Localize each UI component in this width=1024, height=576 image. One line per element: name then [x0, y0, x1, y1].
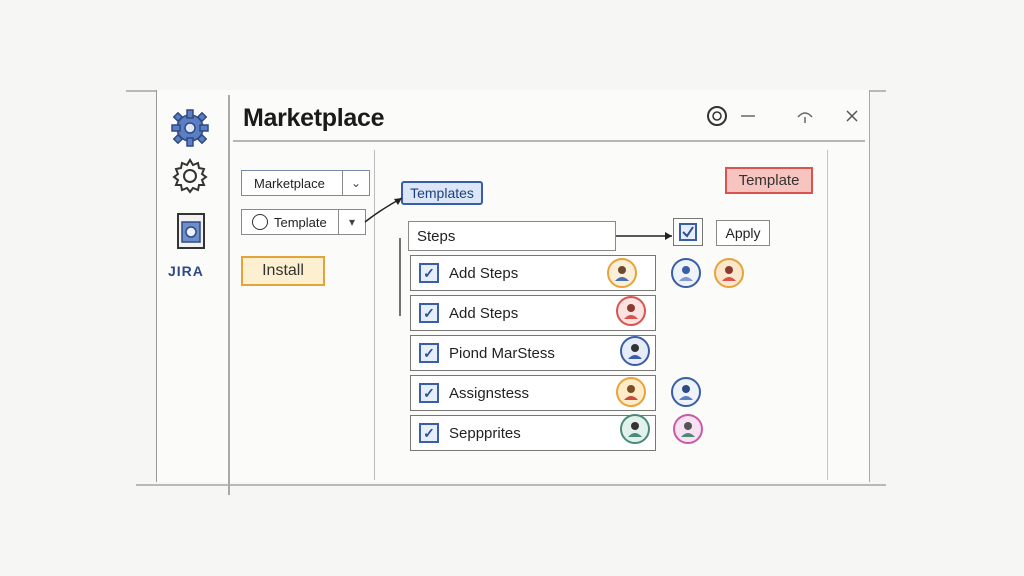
template-dropdown[interactable]: Template ▾	[241, 209, 366, 235]
install-button[interactable]: Install	[241, 256, 325, 286]
step-checkbox[interactable]: ✓	[419, 343, 439, 363]
apply-checkbox[interactable]	[673, 218, 703, 246]
help-icon[interactable]	[705, 104, 729, 128]
sketch-guide	[136, 484, 886, 486]
marketplace-dropdown-value: Marketplace	[254, 175, 325, 191]
avatar[interactable]	[714, 258, 744, 288]
step-label: Seppprites	[449, 424, 521, 442]
avatar[interactable]	[671, 258, 701, 288]
sidebar-divider	[228, 95, 230, 495]
step-checkbox[interactable]: ✓	[419, 383, 439, 403]
restore-icon[interactable]	[793, 104, 817, 128]
gear-icon[interactable]	[170, 156, 210, 201]
apply-button[interactable]: Apply	[716, 220, 770, 246]
jira-label[interactable]: JIRA	[168, 263, 204, 279]
step-label: Add Steps	[449, 264, 519, 282]
avatar[interactable]	[673, 414, 703, 444]
template-dropdown-value: Template	[274, 214, 327, 230]
marketplace-dropdown[interactable]: Marketplace ⌄	[241, 170, 370, 196]
avatar[interactable]	[620, 414, 650, 444]
steps-header-label: Steps	[417, 227, 456, 245]
title-divider	[233, 140, 865, 142]
avatar[interactable]	[620, 336, 650, 366]
info-icon	[252, 214, 268, 230]
minimize-icon[interactable]	[736, 104, 760, 128]
step-checkbox[interactable]: ✓	[419, 303, 439, 323]
gear-blue-icon[interactable]	[168, 106, 212, 155]
step-label: Add Steps	[449, 304, 519, 322]
step-label: Piond MarStess	[449, 344, 555, 362]
step-label: Assignstess	[449, 384, 530, 402]
window-title: Marketplace	[243, 104, 385, 132]
step-row[interactable]: ✓ Piond MarStess	[410, 335, 656, 371]
avatar[interactable]	[616, 377, 646, 407]
avatar[interactable]	[616, 296, 646, 326]
avatar[interactable]	[607, 258, 637, 288]
step-row[interactable]: ✓ Seppprites	[410, 415, 656, 451]
template-button[interactable]: Template	[725, 167, 813, 194]
steps-header[interactable]: Steps	[408, 221, 616, 251]
step-checkbox[interactable]: ✓	[419, 423, 439, 443]
step-checkbox[interactable]: ✓	[419, 263, 439, 283]
avatar[interactable]	[671, 377, 701, 407]
close-icon[interactable]	[840, 104, 864, 128]
document-icon[interactable]	[176, 212, 206, 255]
